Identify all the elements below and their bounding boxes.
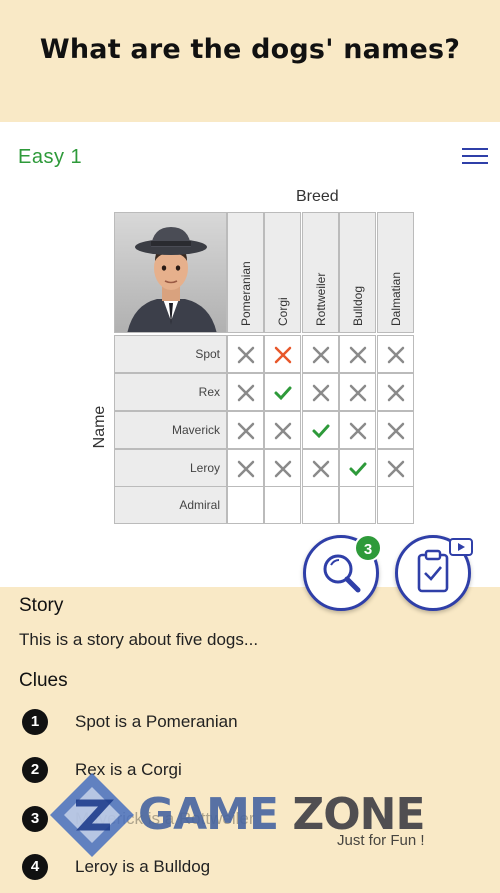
- column-header: Dalmatian: [377, 212, 414, 333]
- row-header-label: Spot: [195, 347, 220, 361]
- cross-icon: [387, 460, 405, 478]
- column-header-label: Rottweiler: [313, 272, 328, 326]
- clue-text: Spot is a Pomeranian: [75, 712, 238, 731]
- grid-cell[interactable]: [377, 373, 414, 411]
- story-heading: Story: [19, 595, 64, 616]
- paper-edge-top: [0, 122, 500, 127]
- column-header-label: Pomeranian: [238, 261, 253, 326]
- row-header: Rex: [114, 373, 227, 411]
- grid-cell[interactable]: [227, 449, 264, 487]
- grid-cell[interactable]: [302, 486, 339, 524]
- cross-icon: [387, 346, 405, 364]
- row-header: Admiral: [114, 486, 227, 524]
- grid-cell[interactable]: [339, 449, 376, 487]
- check-icon: [349, 462, 367, 477]
- grid-cell[interactable]: [339, 411, 376, 449]
- header-bar: What are the dogs' names?: [0, 0, 500, 125]
- cross-icon: [237, 346, 255, 364]
- check-icon: [274, 386, 292, 401]
- story-text: This is a story about five dogs...: [19, 630, 259, 649]
- menu-icon-bar: [462, 148, 488, 150]
- cross-icon: [312, 346, 330, 364]
- menu-icon-bar: [462, 162, 488, 164]
- check-icon: [312, 424, 330, 439]
- column-header: Pomeranian: [227, 212, 264, 333]
- watermark-logo: GAME ZONE Just for Fun !: [42, 765, 462, 865]
- column-header-label: Corgi: [275, 297, 290, 326]
- cross-icon: [237, 384, 255, 402]
- grid-cell[interactable]: [227, 486, 264, 524]
- grid-cell[interactable]: [339, 373, 376, 411]
- cross-icon: [274, 422, 292, 440]
- grid-cell[interactable]: [377, 411, 414, 449]
- cross-icon: [387, 422, 405, 440]
- grid-cell[interactable]: [302, 411, 339, 449]
- column-header-label: Bulldog: [350, 285, 365, 326]
- row-header: Leroy: [114, 449, 227, 487]
- hint-count-badge: 3: [354, 534, 382, 562]
- page-title: What are the dogs' names?: [39, 34, 461, 65]
- grid-cell[interactable]: [302, 373, 339, 411]
- row-header-label: Maverick: [171, 423, 220, 437]
- row-header-label: Leroy: [189, 461, 220, 475]
- clues-heading: Clues: [19, 670, 68, 691]
- cross-icon: [349, 384, 367, 402]
- cross-icon: [312, 460, 330, 478]
- grid-cell[interactable]: [227, 373, 264, 411]
- grid-cell[interactable]: [264, 486, 301, 524]
- cross-icon: [387, 384, 405, 402]
- grid-cell[interactable]: [339, 486, 376, 524]
- grid-cell[interactable]: [339, 335, 376, 373]
- clue-number: 1: [22, 709, 48, 735]
- column-header: Corgi: [264, 212, 301, 333]
- grid-cell[interactable]: [377, 449, 414, 487]
- watermark-tagline: Just for Fun !: [337, 832, 425, 849]
- row-header: Maverick: [114, 411, 227, 449]
- grid-cell[interactable]: [302, 449, 339, 487]
- row-axis-label: Name: [91, 405, 108, 449]
- cross-icon: [237, 460, 255, 478]
- cross-icon: [274, 460, 292, 478]
- column-header-label: Dalmatian: [388, 271, 403, 326]
- cross-icon: [349, 422, 367, 440]
- detective-avatar: [114, 212, 227, 333]
- menu-icon-bar: [462, 155, 488, 157]
- grid-cell[interactable]: [264, 449, 301, 487]
- grid-cell[interactable]: [302, 335, 339, 373]
- level-label: Easy 1: [18, 146, 83, 168]
- cross-icon: [274, 346, 292, 364]
- video-play-icon: [449, 538, 473, 556]
- cross-icon: [312, 384, 330, 402]
- grid-cell[interactable]: [377, 335, 414, 373]
- grid-cell[interactable]: [227, 411, 264, 449]
- row-header: Spot: [114, 335, 227, 373]
- grid-cell[interactable]: [264, 411, 301, 449]
- row-header-label: Admiral: [179, 498, 220, 512]
- menu-button[interactable]: [460, 146, 490, 168]
- grid-cell[interactable]: [264, 335, 301, 373]
- cross-icon: [237, 422, 255, 440]
- column-header: Rottweiler: [302, 212, 339, 333]
- grid-cell[interactable]: [377, 486, 414, 524]
- column-header: Bulldog: [339, 212, 376, 333]
- col-axis-label: Breed: [296, 188, 339, 205]
- grid-cell[interactable]: [264, 373, 301, 411]
- grid-cell[interactable]: [227, 335, 264, 373]
- row-header-label: Rex: [198, 385, 220, 399]
- game-zone-logo-icon: [50, 773, 134, 857]
- cross-icon: [349, 346, 367, 364]
